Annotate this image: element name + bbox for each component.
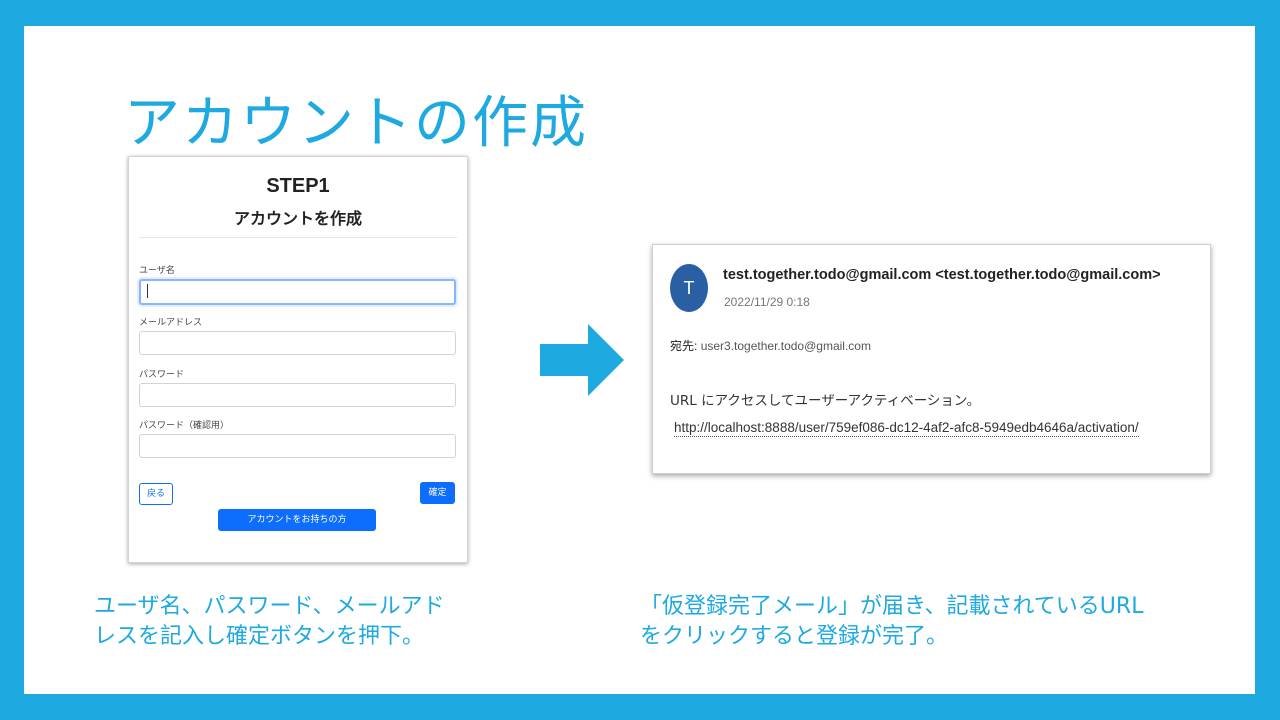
sender-avatar: T — [670, 264, 708, 312]
right-arrow-icon — [540, 324, 624, 396]
recipient-label: 宛先: — [670, 339, 698, 353]
left-caption-line1: ユーザ名、パスワード、メールアド — [94, 594, 445, 619]
password-confirm-input[interactable] — [139, 434, 456, 458]
email-screenshot: T test.together.todo@gmail.com <test.tog… — [652, 244, 1211, 474]
left-caption-line2: レスを記入し確定ボタンを押下。 — [94, 624, 425, 649]
recipient-address: user3.together.todo@gmail.com — [700, 339, 871, 353]
username-input[interactable] — [139, 279, 456, 305]
slide-title: アカウントの作成 — [124, 91, 588, 156]
text-caret — [147, 284, 148, 298]
right-caption: 「仮登録完了メール」が届き、記載されているURL をクリックすると登録が完了。 — [640, 592, 1143, 652]
email-body: URL にアクセスしてユーザーアクティベーション。 — [670, 393, 981, 409]
slide: アカウントの作成 STEP1 アカウントを作成 ユーザ名 メールアドレス パスワ… — [24, 26, 1255, 694]
right-caption-line1: 「仮登録完了メール」が届き、記載されているURL — [640, 594, 1144, 619]
email-label: メールアドレス — [139, 318, 203, 328]
form-heading: アカウントを作成 — [233, 209, 362, 228]
back-button[interactable]: 戻る — [139, 483, 173, 505]
activation-link[interactable]: http://localhost:8888/user/759ef086-dc12… — [674, 420, 1139, 437]
password-label: パスワード — [139, 370, 185, 380]
signup-form-screenshot: STEP1 アカウントを作成 ユーザ名 メールアドレス パスワード パスワード（… — [128, 156, 468, 563]
confirm-button[interactable]: 確定 — [420, 482, 455, 504]
right-caption-line2: をクリックすると登録が完了。 — [640, 624, 949, 649]
left-caption: ユーザ名、パスワード、メールアド レスを記入し確定ボタンを押下。 — [94, 592, 445, 652]
step-title: STEP1 — [266, 175, 330, 197]
username-label: ユーザ名 — [139, 266, 175, 276]
sender-address: test.together.todo@gmail.com <test.toget… — [723, 267, 1161, 283]
password-confirm-label: パスワード（確認用） — [139, 421, 230, 431]
recipient-row: 宛先: user3.together.todo@gmail.com — [670, 337, 871, 354]
have-account-button[interactable]: アカウントをお持ちの方 — [218, 509, 376, 531]
email-input[interactable] — [139, 331, 456, 355]
email-date: 2022/11/29 0:18 — [724, 295, 810, 309]
password-input[interactable] — [139, 383, 456, 407]
divider — [139, 237, 457, 238]
